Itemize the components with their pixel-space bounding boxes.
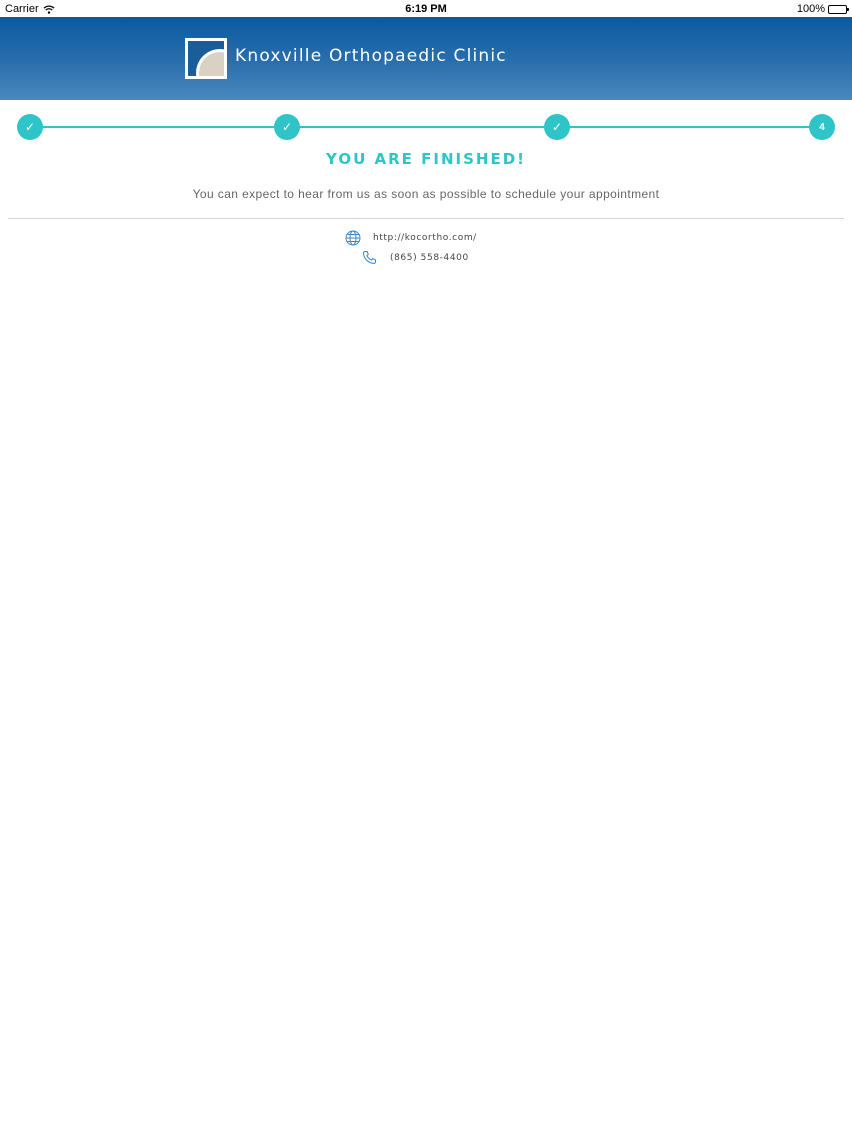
step-1: ✓ (17, 114, 43, 140)
step-2: ✓ (274, 114, 300, 140)
header-title: Knoxville Orthopaedic Clinic (235, 46, 507, 66)
stepper-track (30, 126, 822, 128)
website-url[interactable]: http://kocortho.com/ (373, 233, 477, 243)
step-number: 4 (819, 121, 825, 133)
battery-indicator: 100% (796, 3, 849, 15)
battery-icon (828, 4, 849, 14)
status-time: 6:19 PM (405, 3, 447, 15)
step-4: 4 (809, 114, 835, 140)
phone-icon (362, 251, 376, 265)
status-bar: Carrier 6:19 PM 100% (0, 0, 852, 17)
battery-percentage: 100% (796, 3, 825, 15)
divider (8, 218, 844, 219)
checkmark-icon: ✓ (281, 120, 293, 134)
phone-link[interactable]: (865) 558-4400 (362, 250, 469, 265)
globe-icon (345, 230, 361, 246)
app-header: Knoxville Orthopaedic Clinic (0, 17, 852, 100)
finished-title: YOU ARE FINISHED! (326, 150, 526, 168)
clinic-logo-icon (185, 38, 227, 79)
checkmark-icon: ✓ (24, 120, 36, 134)
checkmark-icon: ✓ (551, 120, 563, 134)
confirmation-message: You can expect to hear from us as soon a… (192, 187, 660, 201)
progress-stepper: ✓ ✓ ✓ 4 (0, 114, 852, 140)
website-link[interactable]: http://kocortho.com/ (345, 230, 477, 246)
phone-number[interactable]: (865) 558-4400 (390, 253, 469, 263)
step-3: ✓ (544, 114, 570, 140)
